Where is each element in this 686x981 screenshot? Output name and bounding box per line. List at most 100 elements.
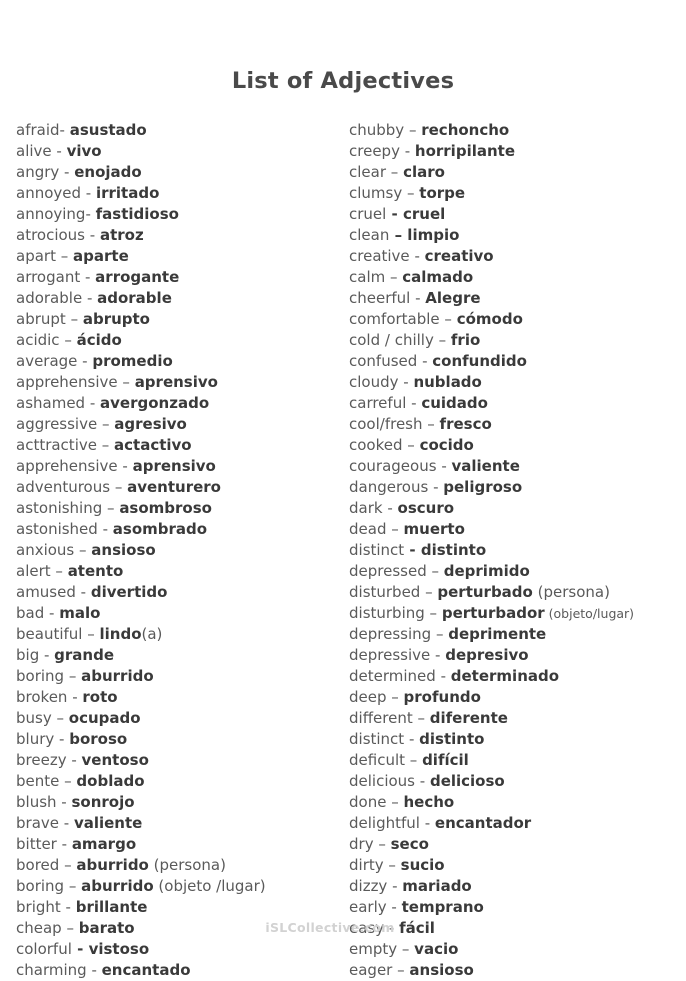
adjective-note: (persona) — [148, 856, 226, 874]
adjective-translation: horripilante — [414, 142, 515, 160]
adjective-term: carreful — [349, 394, 407, 412]
adjective-separator: – — [422, 415, 440, 433]
adjective-translation: brillante — [75, 898, 148, 916]
adjective-term: disturbed — [349, 583, 421, 601]
adjective-term: dangerous — [349, 478, 429, 496]
adjective-entry: afraid- asustado — [16, 120, 340, 141]
adjective-separator: – — [420, 583, 438, 601]
adjective-separator: - — [56, 793, 72, 811]
adjective-entry: cold / chilly – frio — [349, 330, 686, 351]
adjective-translation: frio — [450, 331, 481, 349]
adjective-term: alert — [16, 562, 51, 580]
adjective-term: brave — [16, 814, 59, 832]
adjective-entry: adventurous – aventurero — [16, 477, 340, 498]
adjective-translation: cuidado — [421, 394, 488, 412]
adjective-entry: colorful - vistoso — [16, 939, 340, 960]
adjective-translation: cruel — [403, 205, 446, 223]
adjective-separator: - — [382, 499, 398, 517]
adjective-translation: claro — [403, 163, 445, 181]
adjective-term: bright — [16, 898, 61, 916]
adjective-term: dirty — [349, 856, 384, 874]
adjective-entry: blush - sonrojo — [16, 792, 340, 813]
adjective-term: big — [16, 646, 40, 664]
adjective-term: busy — [16, 709, 52, 727]
adjective-entry: dry – seco — [349, 834, 686, 855]
adjective-translation: aprensivo — [134, 373, 218, 391]
adjective-entry: depressive - depresivo — [349, 645, 686, 666]
adjective-separator: – — [426, 562, 444, 580]
adjective-translation: divertido — [90, 583, 168, 601]
adjective-entry: dirty – sucio — [349, 855, 686, 876]
adjective-entry: astonishing – asombroso — [16, 498, 340, 519]
adjective-separator: - — [81, 184, 96, 202]
adjective-term: delicious — [349, 772, 415, 790]
adjective-translation: aprensivo — [132, 457, 216, 475]
adjective-translation: cocido — [419, 436, 474, 454]
adjective-term: blush — [16, 793, 57, 811]
adjective-translation: adorable — [97, 289, 172, 307]
adjective-translation: confundido — [432, 352, 527, 370]
adjective-separator: - — [386, 205, 403, 223]
adjective-term: empty — [349, 940, 398, 958]
adjective-entry: disturbing – perturbador (objeto/lugar) — [349, 603, 686, 624]
adjective-term: calm — [349, 268, 386, 286]
adjective-entry: different – diferente — [349, 708, 686, 729]
adjective-term: astonished — [16, 520, 98, 538]
adjective-entry: angry - enojado — [16, 162, 340, 183]
adjective-separator: – — [386, 520, 404, 538]
adjective-entry: annoying- fastidioso — [16, 204, 340, 225]
adjective-entry: comfortable – cómodo — [349, 309, 686, 330]
adjective-separator: – — [404, 121, 422, 139]
adjective-entry: cloudy - nublado — [349, 372, 686, 393]
adjective-separator: - — [415, 772, 430, 790]
adjective-translation: irritado — [95, 184, 160, 202]
adjective-separator: – — [97, 415, 115, 433]
adjective-separator: - — [85, 205, 96, 223]
adjective-term: deep — [349, 688, 387, 706]
adjective-translation: actactivo — [114, 436, 192, 454]
adjective-translation: encantado — [101, 961, 191, 979]
adjective-term: apprehensive — [16, 373, 118, 391]
adjective-term: comfortable — [349, 310, 440, 328]
adjective-entry: bitter - amargo — [16, 834, 340, 855]
adjective-translation: enojado — [74, 163, 142, 181]
adjective-term: abrupt — [16, 310, 66, 328]
adjective-columns: afraid- asustado alive - vivo angry - enoj… — [0, 120, 686, 981]
adjective-entry: acidic – ácido — [16, 330, 340, 351]
adjective-separator: - — [117, 457, 133, 475]
adjective-separator: – — [55, 247, 74, 265]
adjective-entry: depressing – deprimente — [349, 624, 686, 645]
adjective-translation: perturbado — [437, 583, 533, 601]
page-title: List of Adjectives — [231, 68, 455, 94]
adjective-separator: – — [389, 226, 408, 244]
adjective-translation: asombrado — [112, 520, 208, 538]
adjective-translation: vivo — [66, 142, 102, 160]
adjective-term: annoying — [16, 205, 86, 223]
adjective-entry: disturbed – perturbado (persona) — [349, 582, 686, 603]
adjective-separator: - — [60, 898, 76, 916]
adjective-translation: creativo — [424, 247, 494, 265]
adjective-entry: clean – limpio — [349, 225, 686, 246]
adjective-translation: promedio — [92, 352, 173, 370]
adjective-column-right: chubby – rechoncho creepy - horripilante c… — [340, 120, 686, 981]
adjective-term: distinct — [349, 541, 405, 559]
adjective-translation: hecho — [403, 793, 455, 811]
adjective-translation: ventoso — [81, 751, 149, 769]
adjective-term: depressed — [349, 562, 427, 580]
adjective-entry: calm – calmado — [349, 267, 686, 288]
adjective-entry: alert – atento — [16, 561, 340, 582]
adjective-entry: deep – profundo — [349, 687, 686, 708]
adjective-separator: - — [80, 268, 96, 286]
adjective-separator: – — [383, 856, 401, 874]
adjective-separator: – — [424, 604, 442, 622]
adjective-translation: ácido — [76, 331, 122, 349]
adjective-separator: - — [44, 604, 60, 622]
adjective-separator: - — [398, 373, 414, 391]
adjective-entry: chubby – rechoncho — [349, 120, 686, 141]
adjective-entry: distinct - distinto — [349, 729, 686, 750]
adjective-term: chubby — [349, 121, 405, 139]
adjective-separator: – — [51, 709, 69, 727]
adjective-entry: clear – claro — [349, 162, 686, 183]
adjective-entry: alive - vivo — [16, 141, 340, 162]
adjective-separator: - — [387, 877, 403, 895]
